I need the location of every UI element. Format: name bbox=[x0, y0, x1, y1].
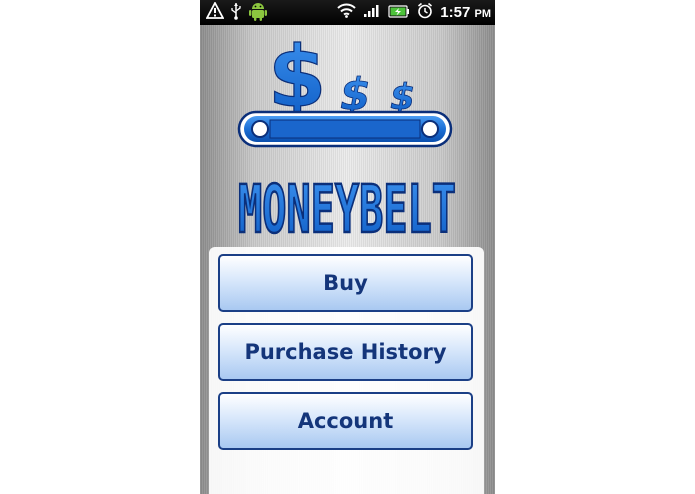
status-bar-notifications bbox=[205, 0, 268, 26]
purchase-history-button-label: Purchase History bbox=[244, 340, 447, 364]
phone-screen: 1:57 PM $ $ $ MONEYBELT Buy Purchase His… bbox=[200, 0, 495, 494]
signal-icon bbox=[363, 3, 381, 22]
svg-text:MONEYBELT: MONEYBELT bbox=[238, 171, 456, 242]
status-bar-system: 1:57 PM bbox=[337, 2, 491, 23]
battery-icon bbox=[388, 3, 410, 22]
account-button-label: Account bbox=[297, 409, 394, 433]
conveyor-belt-icon bbox=[237, 110, 453, 148]
account-button[interactable]: Account bbox=[218, 392, 473, 450]
purchase-history-button[interactable]: Purchase History bbox=[218, 323, 473, 381]
status-time: 1:57 PM bbox=[440, 4, 491, 21]
android-icon bbox=[248, 0, 268, 26]
status-bar: 1:57 PM bbox=[200, 0, 495, 25]
usb-icon bbox=[230, 2, 242, 24]
status-time-value: 1:57 bbox=[440, 4, 471, 21]
buy-button[interactable]: Buy bbox=[218, 254, 473, 312]
moneybelt-logo: $ $ $ MONEYBELT bbox=[237, 27, 458, 242]
buy-button-label: Buy bbox=[323, 271, 368, 295]
app-screen: $ $ $ MONEYBELT Buy Purchase History Acc… bbox=[200, 25, 495, 494]
logo-wordmark: MONEYBELT bbox=[237, 170, 458, 242]
main-menu: Buy Purchase History Account bbox=[209, 247, 484, 494]
wifi-icon bbox=[337, 3, 357, 22]
status-time-ampm: PM bbox=[474, 8, 492, 20]
alarm-icon bbox=[417, 2, 433, 23]
warning-icon bbox=[205, 1, 225, 23]
